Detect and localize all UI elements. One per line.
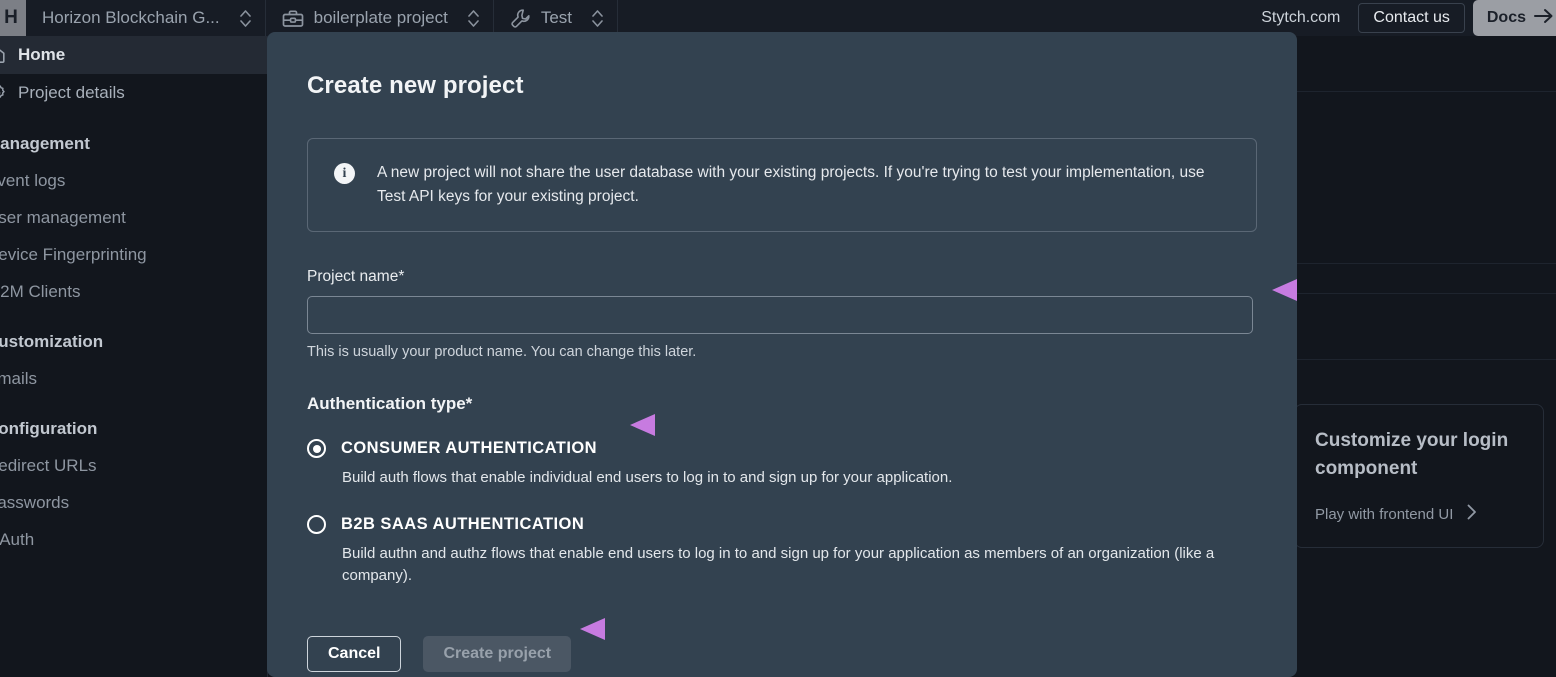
modal-title: Create new project (307, 72, 1257, 100)
auth-option-b2b-title: B2B SAAS AUTHENTICATION (341, 515, 584, 534)
sidebar-item-event-logs[interactable]: Event logs (0, 162, 267, 199)
info-banner: i A new project will not share the user … (307, 138, 1257, 232)
sidebar-item-project-details-label: Project details (18, 83, 125, 103)
authentication-type-label: Authentication type* (307, 394, 1257, 414)
sidebar-item-passwords[interactable]: Passwords (0, 484, 267, 521)
organization-selector-label: Horizon Blockchain G... (42, 8, 220, 28)
org-logo-letter: H (4, 7, 18, 29)
topbar-actions: Stytch.com Contact us Docs (1243, 0, 1556, 36)
sidebar-group-title-management: Management (0, 112, 267, 162)
create-project-button: Create project (423, 636, 571, 672)
auth-option-b2b-row[interactable]: B2B SAAS AUTHENTICATION (307, 515, 1257, 534)
customize-login-card[interactable]: Customize your login component Play with… (1294, 404, 1544, 548)
topbar-spacer (618, 0, 1243, 36)
docs-button-label: Docs (1487, 9, 1526, 27)
play-with-frontend-ui-label: Play with frontend UI (1315, 506, 1453, 523)
chevron-updown-icon (468, 10, 479, 27)
sidebar-item-project-details[interactable]: Project details (0, 74, 267, 112)
info-icon: i (334, 163, 355, 184)
auth-option-b2b[interactable]: B2B SAAS AUTHENTICATION Build authn and … (307, 515, 1257, 588)
auth-option-consumer-title: CONSUMER AUTHENTICATION (341, 439, 597, 458)
auth-option-consumer-row[interactable]: CONSUMER AUTHENTICATION (307, 439, 1257, 458)
sidebar: Home Project details Management Event lo… (0, 36, 268, 677)
sidebar-item-user-management[interactable]: User management (0, 199, 267, 236)
sidebar-item-redirect-urls[interactable]: Redirect URLs (0, 447, 267, 484)
sidebar-item-oauth[interactable]: OAuth (0, 521, 267, 558)
chevron-updown-icon (240, 10, 251, 27)
chevron-updown-icon (592, 10, 603, 27)
toolbox-icon (282, 9, 304, 28)
radio-b2b-saas-authentication[interactable] (307, 515, 326, 534)
customize-login-card-title: Customize your login component (1315, 427, 1523, 482)
create-new-project-modal: Create new project i A new project will … (267, 32, 1297, 677)
project-selector-label: boilerplate project (314, 8, 448, 28)
docs-button[interactable]: Docs (1473, 0, 1556, 36)
cancel-button[interactable]: Cancel (307, 636, 401, 672)
info-banner-text: A new project will not share the user da… (377, 161, 1207, 209)
organization-selector[interactable]: Horizon Blockchain G... (26, 0, 266, 36)
sidebar-group-title-configuration: Configuration (0, 397, 267, 447)
sidebar-item-device-fingerprinting[interactable]: Device Fingerprinting (0, 236, 267, 273)
radio-consumer-authentication[interactable] (307, 439, 326, 458)
project-name-input[interactable] (307, 296, 1253, 334)
project-name-help-text: This is usually your product name. You c… (307, 344, 1257, 360)
play-with-frontend-ui-link[interactable]: Play with frontend UI (1315, 504, 1523, 524)
chevron-right-icon (1467, 504, 1477, 524)
home-icon (0, 46, 8, 64)
project-selector[interactable]: boilerplate project (266, 0, 494, 36)
org-logo[interactable]: H (0, 0, 26, 36)
auth-option-consumer[interactable]: CONSUMER AUTHENTICATION Build auth flows… (307, 439, 1257, 490)
auth-option-consumer-description: Build auth flows that enable individual … (342, 467, 1222, 490)
sidebar-item-home-label: Home (18, 45, 65, 65)
sidebar-item-home[interactable]: Home (0, 36, 267, 74)
project-name-label: Project name* (307, 268, 1257, 286)
stytch-site-link[interactable]: Stytch.com (1243, 0, 1358, 36)
app-root: H Horizon Blockchain G... boilerplate pr… (0, 0, 1556, 677)
top-bar: H Horizon Blockchain G... boilerplate pr… (0, 0, 1556, 36)
auth-option-b2b-description: Build authn and authz flows that enable … (342, 543, 1222, 588)
sidebar-item-m2m-clients[interactable]: M2M Clients (0, 273, 267, 310)
modal-actions: Cancel Create project (307, 636, 1257, 672)
sidebar-group-title-customization: Customization (0, 310, 267, 360)
external-link-arrow-icon (1534, 7, 1554, 30)
gear-icon (0, 84, 8, 102)
contact-us-button[interactable]: Contact us (1358, 3, 1464, 33)
sidebar-item-emails[interactable]: Emails (0, 360, 267, 397)
environment-selector-label: Test (541, 8, 572, 28)
wrench-icon (510, 8, 531, 29)
environment-selector[interactable]: Test (494, 0, 618, 36)
